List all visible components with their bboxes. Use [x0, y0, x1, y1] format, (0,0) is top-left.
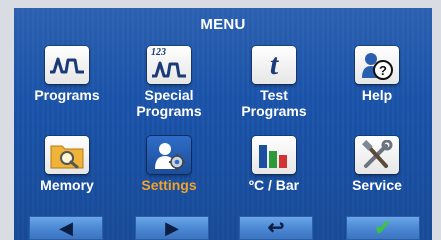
menu-item-units-label: ºC / Bar — [248, 177, 300, 193]
special-programs-badge: 123 — [151, 47, 166, 58]
test-glyph: t — [269, 48, 279, 81]
menu-item-service[interactable]: Service — [327, 136, 427, 193]
menu-item-test-programs-label: Test Programs — [241, 87, 307, 119]
menu-item-special-programs[interactable]: 123 Special Programs — [119, 46, 219, 119]
service-tools-icon — [355, 136, 399, 174]
menu-title: MENU — [200, 16, 246, 33]
special-programs-icon: 123 — [147, 46, 191, 84]
menu-item-special-programs-label: Special Programs — [136, 87, 202, 119]
units-bar-chart-icon — [252, 136, 296, 174]
settings-user-gear-icon — [147, 136, 191, 174]
menu-item-test-programs[interactable]: t Test Programs — [224, 46, 324, 119]
memory-folder-icon — [45, 136, 89, 174]
menu-item-units[interactable]: ºC / Bar — [224, 136, 324, 193]
menu-item-help[interactable]: ? Help — [327, 46, 427, 103]
menu-item-service-label: Service — [352, 177, 402, 193]
menu-item-memory-label: Memory — [40, 177, 94, 193]
help-user-icon: ? — [355, 46, 399, 84]
arrow-left-icon: ◀ — [59, 218, 73, 238]
check-icon: ✔ — [373, 215, 393, 240]
prev-button[interactable]: ◀ — [29, 216, 103, 240]
program-curve-icon — [45, 46, 89, 84]
menu-item-memory[interactable]: Memory — [17, 136, 117, 193]
menu-item-programs[interactable]: Programs — [17, 46, 117, 103]
test-t-icon: t — [252, 46, 296, 84]
arrow-right-icon: ▶ — [165, 218, 179, 238]
menu-item-programs-label: Programs — [34, 87, 100, 103]
menu-item-settings[interactable]: Settings — [119, 136, 219, 193]
menu-item-help-label: Help — [361, 87, 393, 103]
menu-item-settings-label: Settings — [141, 177, 197, 193]
return-arrow-icon: ↩ — [267, 217, 285, 239]
next-button[interactable]: ▶ — [135, 216, 209, 240]
confirm-button[interactable]: ✔ — [346, 216, 420, 240]
back-button[interactable]: ↩ — [239, 216, 313, 240]
svg-text:?: ? — [379, 63, 387, 78]
menu-screen: MENU Programs 123 Special Programs t Tes… — [14, 8, 432, 240]
